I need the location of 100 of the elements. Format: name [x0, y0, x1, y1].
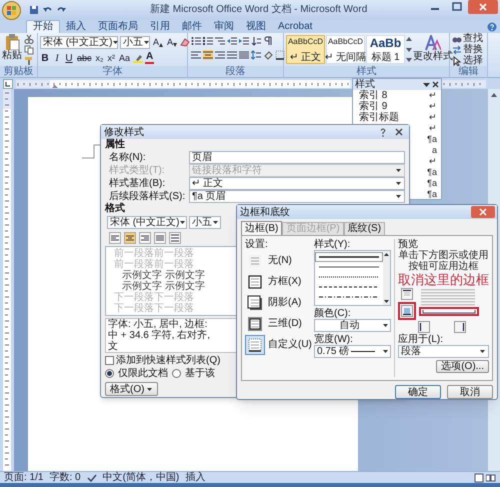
ribbon-tab[interactable]: Acrobat — [272, 21, 318, 33]
language-status[interactable]: 中文(简体，中国) — [102, 472, 180, 483]
radio-label[interactable]: 基于该 — [185, 368, 215, 379]
decrease-indent-icon[interactable] — [227, 36, 237, 46]
setting-option[interactable]: 自定义(U) — [245, 334, 311, 355]
line-spacing-icon[interactable] — [169, 232, 181, 244]
dropdown-field[interactable]: ↵ 正文 — [189, 176, 405, 190]
justify-icon[interactable] — [227, 50, 237, 60]
width-dropdown[interactable]: 0.75 磅 — [314, 345, 391, 358]
subscript-button[interactable]: x₂ — [94, 53, 105, 63]
shrink-font-button[interactable]: A — [166, 37, 178, 47]
justify-icon[interactable] — [154, 232, 166, 244]
font-color-button[interactable]: A — [145, 52, 154, 64]
bottom-border-line[interactable] — [422, 309, 476, 314]
text-field[interactable]: 页眉 — [189, 150, 405, 164]
line-spacing-icon[interactable] — [251, 50, 261, 60]
reading-layout-icon[interactable] — [486, 472, 496, 482]
style-name[interactable]: 索引标题 — [359, 112, 399, 123]
color-dropdown[interactable]: 自动 — [314, 319, 391, 332]
increase-indent-icon[interactable] — [239, 36, 249, 46]
bullets-icon[interactable] — [191, 36, 201, 46]
dialog-tab[interactable]: 边框(B) — [241, 221, 282, 235]
spell-check-icon[interactable] — [86, 472, 97, 482]
radio-button[interactable] — [105, 369, 114, 378]
paste-label[interactable]: 粘贴 — [2, 50, 22, 61]
superscript-button[interactable]: x² — [106, 53, 116, 63]
scissors-icon[interactable] — [24, 34, 34, 44]
close-icon[interactable] — [394, 127, 404, 137]
find-button[interactable]: 查找 — [452, 33, 483, 44]
help-icon[interactable] — [487, 22, 497, 32]
font-size-field[interactable]: 小五 — [120, 36, 150, 48]
ok-button[interactable]: 确定 — [395, 385, 441, 399]
gallery-scroll-icon[interactable] — [406, 35, 412, 64]
left-border-button[interactable] — [418, 321, 430, 333]
line-style-list[interactable] — [314, 250, 391, 306]
highlighter-icon[interactable] — [133, 53, 144, 63]
underline-button[interactable]: U — [64, 52, 74, 64]
numbering-icon[interactable] — [203, 36, 213, 46]
setting-option[interactable]: 方框(X) — [245, 271, 311, 292]
top-border-button[interactable] — [401, 288, 413, 300]
style-tile[interactable]: AaBb 标题 1 — [366, 35, 405, 64]
line-style-option[interactable] — [315, 252, 383, 262]
change-styles-button[interactable]: 更改样式 — [413, 35, 453, 62]
bold-button[interactable]: B — [40, 52, 50, 64]
apply-to-dropdown[interactable]: 段落 — [398, 345, 489, 358]
help-icon[interactable] — [378, 127, 388, 137]
font-name-field[interactable]: 宋体 (中文正文) — [40, 36, 118, 48]
setting-option[interactable]: 三维(D) — [245, 313, 311, 334]
style-tile[interactable]: AaBbCcD ↵ 正文 — [286, 35, 325, 64]
dropdown-field[interactable]: ¶a 页眉 — [189, 190, 405, 202]
ribbon-tab[interactable]: 开始 — [26, 20, 60, 33]
align-center-icon[interactable] — [203, 50, 213, 60]
align-right-icon[interactable] — [139, 232, 151, 244]
page-count[interactable]: 页面: 1/1 — [4, 472, 44, 483]
print-layout-icon[interactable] — [474, 472, 484, 482]
ribbon-tab[interactable]: 审阅 — [208, 21, 240, 33]
paste-icon[interactable] — [4, 34, 20, 50]
save-icon[interactable] — [29, 5, 39, 15]
change-case-button[interactable]: Aa — [118, 53, 132, 63]
multilevel-list-icon[interactable] — [215, 36, 225, 46]
copy-icon[interactable] — [24, 45, 34, 55]
ribbon-tab[interactable]: 插入 — [60, 21, 92, 33]
format-painter-icon[interactable] — [24, 56, 34, 66]
word-count[interactable]: 字数: 0 — [49, 472, 81, 483]
distributed-icon[interactable] — [239, 50, 249, 60]
select-button[interactable]: 选择 — [452, 55, 483, 66]
font-name-field[interactable]: 宋体 (中文正文) — [107, 216, 187, 229]
checkbox-label[interactable]: 添加到快速样式列表(Q) — [116, 355, 220, 366]
radio-button[interactable] — [172, 369, 181, 378]
ribbon-tab[interactable]: 视图 — [240, 21, 272, 33]
list-scrollbar[interactable] — [383, 251, 390, 305]
align-left-icon[interactable] — [109, 232, 121, 244]
ribbon-tab[interactable]: 引用 — [144, 21, 176, 33]
setting-option[interactable]: 阴影(A) — [245, 292, 311, 313]
align-right-icon[interactable] — [215, 50, 225, 60]
italic-button[interactable]: I — [52, 52, 62, 64]
grow-font-button[interactable]: A — [152, 37, 164, 47]
right-border-button[interactable] — [454, 321, 466, 333]
ribbon-tab[interactable]: 邮件 — [176, 21, 208, 33]
close-icon[interactable] — [432, 81, 439, 88]
strikethrough-button[interactable]: abc — [76, 53, 93, 63]
borders-icon[interactable] — [275, 50, 285, 60]
font-size-field[interactable]: 小五 — [189, 216, 221, 229]
style-tile[interactable]: AaBbCcD ↵ 无间隔 — [326, 35, 365, 64]
office-button[interactable] — [2, 0, 21, 20]
checkbox[interactable] — [105, 356, 114, 365]
replace-button[interactable]: 替换 — [452, 44, 483, 55]
align-center-icon[interactable] — [124, 232, 136, 244]
shading-icon[interactable] — [263, 50, 273, 60]
options-button[interactable]: 选项(O)... — [436, 360, 489, 373]
dialog-tab[interactable]: 底纹(S) — [344, 222, 386, 235]
radio-label[interactable]: 仅限此文档 — [118, 368, 168, 379]
vertical-ruler[interactable] — [2, 89, 12, 471]
paragraph-mark-icon[interactable] — [263, 36, 273, 46]
align-left-icon[interactable] — [191, 50, 201, 60]
sort-icon[interactable] — [251, 36, 261, 46]
insert-mode[interactable]: 插入 — [185, 472, 206, 483]
setting-option[interactable]: 无(N) — [245, 250, 311, 271]
style-name[interactable]: 索引 8 — [359, 90, 388, 101]
bottom-border-button[interactable] — [401, 305, 413, 317]
